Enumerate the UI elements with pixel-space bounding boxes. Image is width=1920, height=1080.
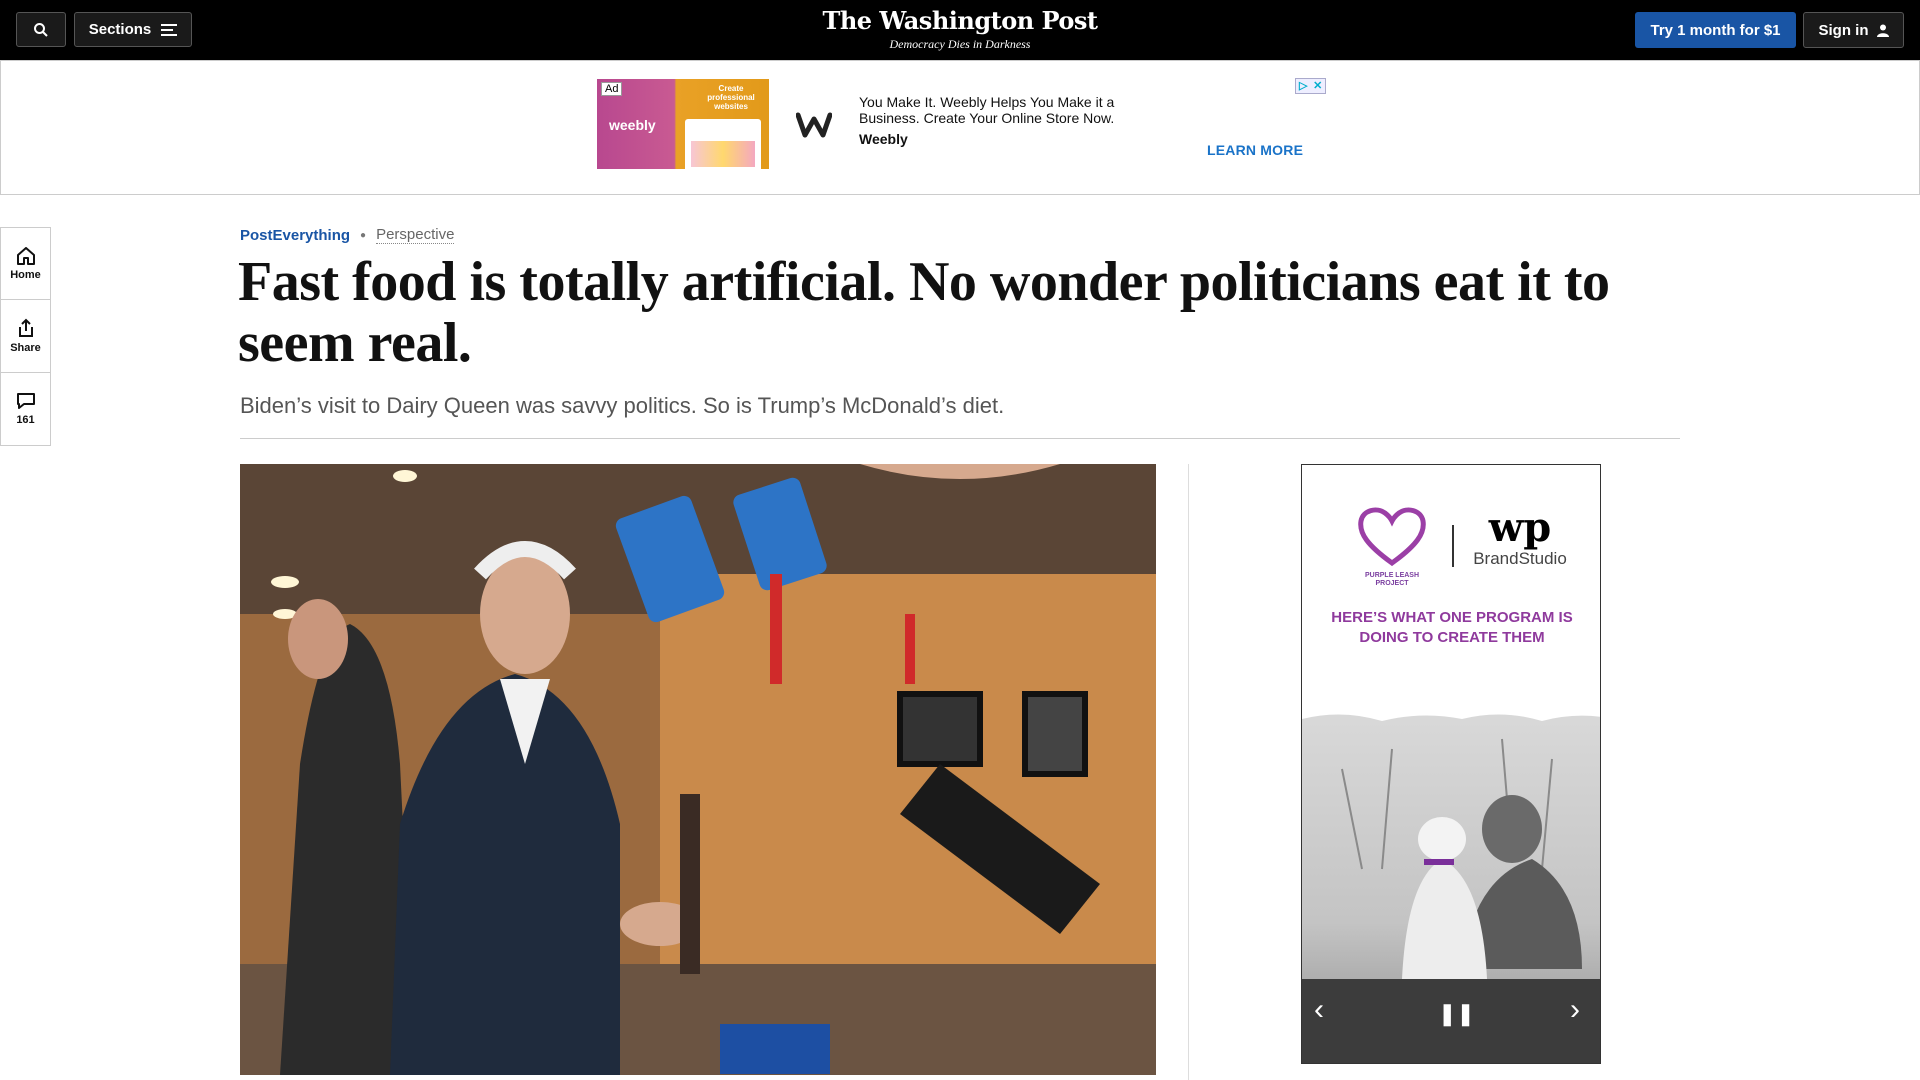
- rail-share-button[interactable]: Share: [0, 300, 51, 373]
- ad-pause-icon[interactable]: ❚❚: [1438, 999, 1475, 1029]
- share-icon: [18, 318, 33, 337]
- article-headline: Fast food is totally artificial. No wond…: [238, 251, 1610, 374]
- rail-comments-count: 161: [16, 414, 35, 426]
- comment-icon: [16, 393, 35, 409]
- brandstudio-logo: wp BrandStudio: [1470, 507, 1570, 569]
- ad-thumb-card: [685, 119, 761, 169]
- top-banner-ad[interactable]: Ad weebly Create professional websites Y…: [0, 60, 1920, 195]
- ad-thumbnail[interactable]: Ad weebly Create professional websites: [597, 79, 769, 169]
- hero-photo-illustration: [240, 464, 1156, 1075]
- ad-next-icon[interactable]: ›: [1570, 995, 1580, 1025]
- purple-leash-logo: PURPLE LEASH PROJECT: [1352, 505, 1432, 588]
- search-button[interactable]: [16, 12, 66, 47]
- column-divider: [1188, 464, 1189, 1080]
- logo-separator: [1452, 525, 1454, 567]
- side-rail: Home Share 161: [0, 227, 51, 446]
- subscribe-button[interactable]: Try 1 month for $1: [1635, 12, 1796, 48]
- ad-text[interactable]: You Make It. Weebly Helps You Make it a …: [859, 94, 1139, 126]
- ad-thumb-headline: Create professional websites: [707, 84, 755, 111]
- kicker-separator: ●: [360, 229, 367, 241]
- ad-badge: Ad: [601, 82, 623, 96]
- article-kicker: PostEverything ● Perspective: [240, 226, 455, 244]
- article-subheadline: Biden’s visit to Dairy Queen was savvy p…: [240, 393, 1005, 418]
- sponsor-name: PURPLE LEASH PROJECT: [1364, 572, 1420, 587]
- rail-share-label: Share: [10, 342, 41, 354]
- header-divider: [240, 438, 1680, 439]
- ad-message: HERE’S WHAT ONE PROGRAM IS DOING TO CREA…: [1331, 609, 1573, 646]
- user-icon: [1876, 24, 1889, 37]
- wp-mark: wp: [1488, 504, 1552, 551]
- ad-thumb-brand: weebly: [609, 117, 656, 133]
- sidebar-ad[interactable]: PURPLE LEASH PROJECT wp BrandStudio HERE…: [1301, 464, 1601, 1064]
- rail-home-button[interactable]: Home: [0, 227, 51, 300]
- ad-learn-more-link[interactable]: LEARN MORE: [1207, 142, 1303, 158]
- site-tagline: Democracy Dies in Darkness: [889, 37, 1031, 51]
- sign-in-label: Sign in: [1818, 21, 1869, 39]
- rail-comments-button[interactable]: 161: [0, 373, 51, 446]
- perspective-label[interactable]: Perspective: [376, 226, 455, 244]
- ad-brand[interactable]: Weebly: [859, 131, 908, 147]
- hero-photo[interactable]: [240, 464, 1156, 1075]
- ad-choices-icon[interactable]: ▷ ✕: [1295, 78, 1326, 94]
- top-navigation-bar: Sections The Washington Post Democracy D…: [0, 0, 1920, 60]
- hamburger-icon: [161, 23, 178, 36]
- section-link[interactable]: PostEverything: [240, 227, 350, 244]
- site-logo: The Washington Post: [822, 6, 1098, 35]
- search-icon: [34, 22, 48, 37]
- weebly-logo-icon: [796, 112, 832, 138]
- brandstudio-label: BrandStudio: [1473, 549, 1567, 568]
- heart-leash-icon: [1358, 507, 1426, 567]
- ad-prev-icon[interactable]: ‹: [1314, 995, 1324, 1025]
- sections-label: Sections: [88, 21, 152, 38]
- sign-in-button[interactable]: Sign in: [1803, 12, 1904, 48]
- sections-menu-button[interactable]: Sections: [74, 12, 192, 47]
- home-icon: [16, 246, 35, 265]
- masthead-logo[interactable]: The Washington Post Democracy Dies in Da…: [760, 6, 1160, 52]
- rail-home-label: Home: [10, 268, 41, 281]
